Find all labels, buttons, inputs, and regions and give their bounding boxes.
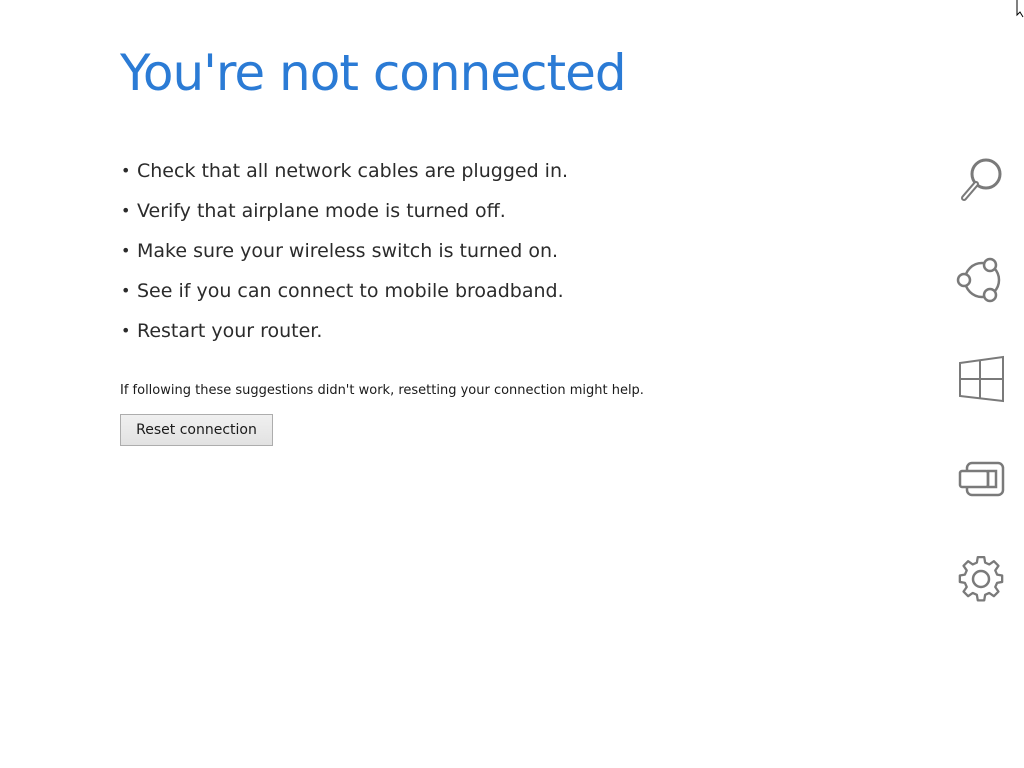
list-item: • Check that all network cables are plug… (120, 156, 568, 196)
list-item: • See if you can connect to mobile broad… (120, 276, 568, 316)
bullet-icon: • (121, 281, 131, 300)
list-item: • Make sure your wireless switch is turn… (120, 236, 568, 276)
suggestion-text: See if you can connect to mobile broadba… (137, 280, 564, 302)
devices-charm[interactable] (954, 452, 1008, 506)
list-item: • Restart your router. (120, 316, 568, 356)
help-text: If following these suggestions didn't wo… (120, 383, 644, 398)
list-item: • Verify that airplane mode is turned of… (120, 196, 568, 236)
share-icon (956, 257, 1001, 303)
share-charm[interactable] (954, 252, 1008, 306)
start-charm[interactable] (954, 352, 1008, 406)
settings-icon (958, 555, 1004, 602)
mouse-cursor-icon (1016, 0, 1024, 18)
settings-charm[interactable] (954, 552, 1008, 606)
page: You're not connected • Check that all ne… (0, 0, 1024, 768)
suggestion-text: Check that all network cables are plugge… (137, 160, 569, 182)
devices-icon (958, 461, 1005, 497)
bullet-icon: • (121, 241, 131, 260)
start-icon (959, 355, 1004, 403)
bullet-icon: • (121, 161, 131, 180)
search-charm[interactable] (954, 152, 1008, 206)
search-icon (961, 158, 1002, 201)
reset-connection-button[interactable]: Reset connection (120, 414, 273, 446)
page-title: You're not connected (120, 44, 627, 102)
suggestion-text: Verify that airplane mode is turned off. (137, 200, 506, 222)
bullet-icon: • (121, 201, 131, 220)
suggestion-list: • Check that all network cables are plug… (120, 156, 568, 356)
suggestion-text: Restart your router. (137, 320, 323, 342)
bullet-icon: • (121, 321, 131, 340)
suggestion-text: Make sure your wireless switch is turned… (137, 240, 559, 262)
